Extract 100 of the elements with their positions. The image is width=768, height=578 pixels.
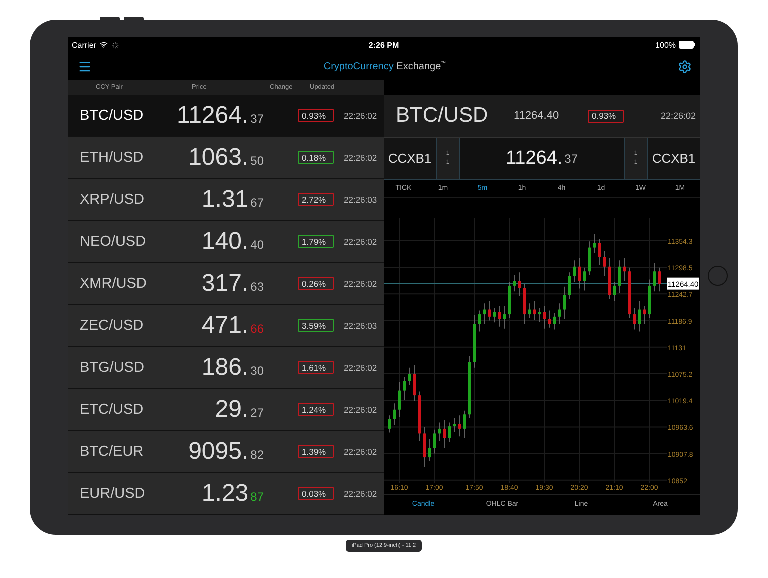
updated-time: 22:26:02 <box>344 362 378 372</box>
candle <box>558 303 561 325</box>
currency-row[interactable]: BTC/EUR 9095.82 1.39% 22:26:02 <box>68 431 384 473</box>
currency-row[interactable]: ETH/USD 1063.50 0.18% 22:26:02 <box>68 137 384 179</box>
battery-percent: 100% <box>656 40 676 50</box>
settings-icon[interactable] <box>678 60 692 74</box>
candle <box>458 415 461 437</box>
candle <box>428 439 431 462</box>
pair-label: ZEC/USD <box>80 318 145 334</box>
change-badge: 1.24% <box>298 403 334 416</box>
pair-label: EUR/USD <box>80 486 146 502</box>
candle <box>618 260 621 294</box>
currency-row[interactable]: BTG/USD 186.30 1.61% 22:26:02 <box>68 347 384 389</box>
candle <box>518 272 521 296</box>
change-badge: 0.18% <box>298 151 334 164</box>
wifi-icon <box>100 41 108 49</box>
updated-time: 22:26:03 <box>344 194 378 204</box>
candle <box>418 391 421 442</box>
currency-row[interactable]: NEO/USD 140.40 1.79% 22:26:02 <box>68 221 384 263</box>
carrier-label: Carrier <box>72 40 96 50</box>
candle <box>483 303 486 324</box>
candle <box>408 368 411 386</box>
price-label: 9095.82 <box>188 438 264 466</box>
price-label: 1.23 87 <box>200 480 264 508</box>
updated-time: 22:26:02 <box>344 488 378 498</box>
currency-row[interactable]: ETC/USD 29.27 1.24% 22:26:02 <box>68 389 384 431</box>
candle <box>493 308 496 324</box>
pair-label: ETH/USD <box>80 150 145 166</box>
change-badge: 3.59% <box>298 319 334 332</box>
change-badge: 1.39% <box>298 445 334 458</box>
pair-label: NEO/USD <box>80 234 148 250</box>
candle <box>393 403 396 426</box>
candle <box>568 272 571 300</box>
quote-price: 11264.37 <box>504 146 580 170</box>
candle <box>508 282 511 319</box>
candle <box>503 306 506 330</box>
candle <box>538 308 541 323</box>
candle <box>623 258 626 282</box>
candle <box>523 284 526 324</box>
pair-label: BTC/USD <box>80 108 145 124</box>
candle <box>468 356 471 419</box>
battery-icon <box>679 41 696 49</box>
candle <box>403 377 406 401</box>
candle <box>398 382 401 418</box>
candle <box>583 267 586 292</box>
candle <box>433 430 436 454</box>
currency-row[interactable]: BTC/USD 11264.37 0.93% 22:26:02 <box>68 95 384 137</box>
change-badge: 0.03% <box>298 487 334 500</box>
menu-icon[interactable] <box>78 60 92 74</box>
change-badge: 0.26% <box>298 277 334 290</box>
candle <box>588 241 591 276</box>
change-badge: 0.93% <box>588 110 624 122</box>
candle <box>598 238 601 266</box>
app-title: CryptoCurrency Exchange$^{™}$ <box>324 60 446 72</box>
updated-time: 22:26:03 <box>344 320 378 330</box>
price-label: 29.27 <box>214 396 264 424</box>
candle <box>628 267 631 319</box>
candle <box>453 418 456 433</box>
updated-time: 22:26:02 <box>344 110 378 120</box>
candle <box>473 315 476 368</box>
candle <box>608 258 611 300</box>
price-label: 1063.50 <box>188 144 264 172</box>
price-label: 140.40 <box>200 228 264 256</box>
price-label: 186.30 <box>200 354 264 382</box>
change-badge: 1.79% <box>298 235 334 248</box>
currency-row[interactable]: XRP/USD 1.31 67 2.72% 22:26:03 <box>68 179 384 221</box>
price-label: 471.66 <box>200 312 264 340</box>
updated-time: 22:26:02 <box>344 152 378 162</box>
updated-time: 22:26:02 <box>344 446 378 456</box>
candle <box>413 365 416 402</box>
pair-label: ETC/USD <box>80 402 145 418</box>
candle <box>478 310 481 332</box>
candle <box>633 308 636 330</box>
candle <box>533 300 536 321</box>
price-label: 1.31 67 <box>200 186 264 214</box>
updated-time: 22:26:02 <box>344 278 378 288</box>
currency-row[interactable]: XMR/USD 317.63 0.26% 22:26:02 <box>68 263 384 305</box>
candle <box>528 303 531 319</box>
candle <box>548 310 551 328</box>
updated-time: 22:26:02 <box>344 404 378 414</box>
candle <box>438 422 441 442</box>
pair-label: XMR/USD <box>80 276 148 292</box>
candle <box>613 282 616 302</box>
updated-time: 22:26:02 <box>344 236 378 246</box>
candle <box>563 286 566 320</box>
clock: 2:26 PM <box>368 40 400 50</box>
candle <box>653 262 656 292</box>
pair-label: BTG/USD <box>80 360 146 376</box>
currency-row[interactable]: EUR/USD 1.23 87 0.03% 22:26:02 <box>68 473 384 515</box>
change-badge: 1.61% <box>298 361 334 374</box>
currency-row[interactable]: ZEC/USD 471.66 3.59% 22:26:03 <box>68 305 384 347</box>
candle <box>593 234 596 254</box>
change-badge: 2.72% <box>298 193 334 206</box>
candle <box>443 420 446 448</box>
candle <box>543 306 546 330</box>
candle <box>648 279 651 319</box>
candle <box>513 274 516 292</box>
detail-price: 11264.40 <box>514 110 560 122</box>
updated-time: 22:26:02 <box>660 111 696 121</box>
candle <box>578 258 581 290</box>
